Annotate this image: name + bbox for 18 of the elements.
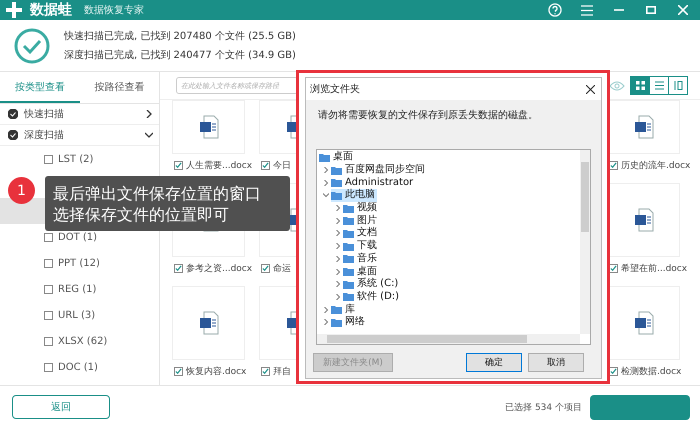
file-name: 历史的流年.docx bbox=[621, 160, 690, 172]
dialog-title: 浏览文件夹 bbox=[310, 82, 361, 96]
file-name: 人生需要...docx bbox=[186, 160, 252, 172]
tooltip: 最后弹出文件保存位置的窗口 选择保存文件的位置即可 bbox=[45, 176, 290, 231]
file-name: 希望在前...docx bbox=[621, 262, 688, 274]
file-name: 检测数据.docx bbox=[621, 366, 682, 378]
file-name: 参考之资...docx bbox=[186, 262, 252, 274]
app-name: 数据蛙 bbox=[30, 1, 72, 19]
app-subtitle: 数据恢复专家 bbox=[84, 4, 144, 17]
file-name: 命运 bbox=[273, 262, 291, 274]
file-name: 今日 bbox=[273, 160, 291, 172]
step-badge: 1 bbox=[8, 177, 35, 204]
file-name: 恢复内容.docx bbox=[186, 366, 246, 378]
selection-status: 已选择 534 个项目 bbox=[505, 402, 582, 414]
scan-summary: 快速扫描已完成, 已找到 207480 个文件 (25.5 GB) bbox=[64, 30, 296, 43]
dialog-message: 请勿将需要恢复的文件保存到原丢失数据的磁盘。 bbox=[318, 108, 539, 122]
file-name: 拜自 bbox=[273, 366, 291, 378]
scan-summary: 深度扫描已完成, 已找到 240477 个文件 (34.9 GB) bbox=[64, 48, 296, 62]
